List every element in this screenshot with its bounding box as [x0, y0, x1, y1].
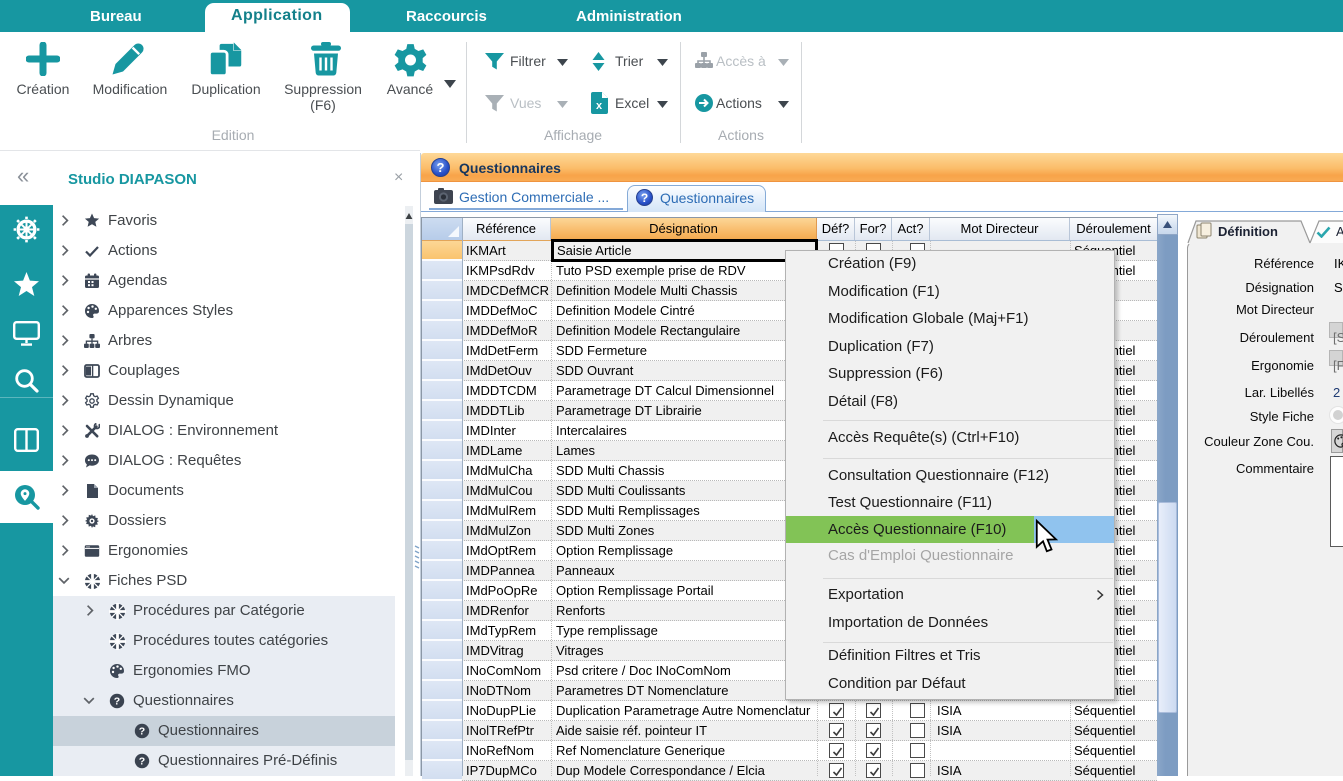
svg-text:x: x: [596, 100, 603, 112]
